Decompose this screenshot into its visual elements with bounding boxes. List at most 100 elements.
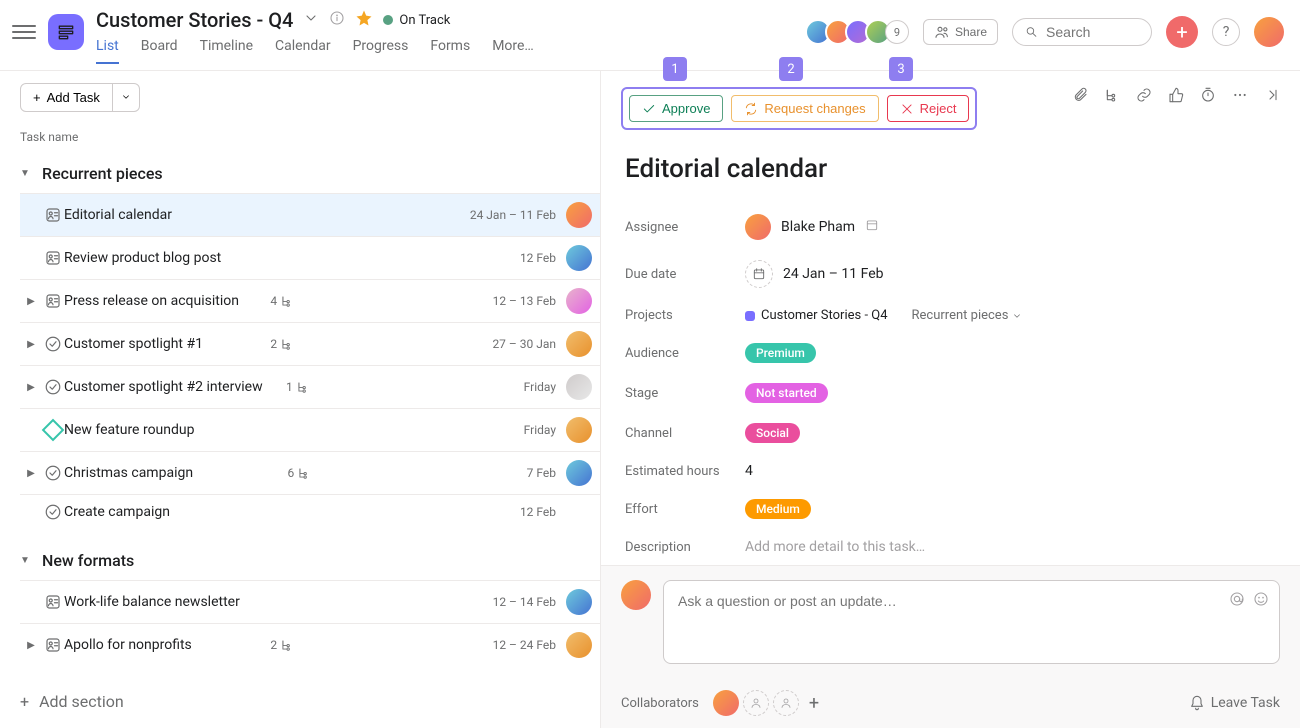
task-row[interactable]: ▶Review product blog post12 Feb [20,236,600,279]
task-row[interactable]: ▶Editorial calendar24 Jan – 11 Feb [20,193,600,236]
task-row[interactable]: ▶Customer spotlight #12 27 – 30 Jan [20,322,600,365]
share-button[interactable]: Share [923,19,998,45]
task-detail-title[interactable]: Editorial calendar [625,154,1276,184]
add-task-dropdown[interactable] [113,83,140,112]
task-row[interactable]: ▶New feature roundupFriday [20,408,600,451]
task-type-icon[interactable] [42,249,64,267]
due-date-value[interactable]: 24 Jan – 11 Feb [745,260,884,288]
task-row[interactable]: ▶Christmas campaign6 7 Feb [20,451,600,494]
search-box[interactable] [1012,18,1152,46]
status-pill[interactable]: On Track [383,13,450,28]
task-date: 12 – 14 Feb [493,595,556,609]
effort-chip[interactable]: Medium [745,499,811,519]
recurring-icon [865,218,879,236]
task-assignee-avatar[interactable] [566,374,592,400]
task-row[interactable]: ▶Create campaign12 Feb [20,494,600,529]
search-input[interactable] [1046,24,1139,40]
close-panel-icon[interactable] [1264,87,1280,107]
add-collaborator-slot[interactable] [773,690,799,716]
add-task-button[interactable]: + Add Task [20,83,113,112]
task-date: Friday [524,380,556,394]
task-type-icon[interactable] [42,378,64,396]
comment-input[interactable] [678,593,1206,609]
task-type-icon[interactable] [42,292,64,310]
task-expand-caret[interactable]: ▶ [20,640,42,651]
comment-box[interactable] [663,580,1280,664]
task-assignee-avatar[interactable] [566,589,592,615]
project-title[interactable]: Customer Stories - Q4 [96,8,293,32]
tab-calendar[interactable]: Calendar [275,38,331,64]
request-changes-button[interactable]: Request changes [731,95,878,122]
star-icon[interactable] [355,9,373,31]
task-assignee-avatar[interactable] [566,417,592,443]
reject-button[interactable]: Reject [887,95,970,122]
description-placeholder[interactable]: Add more detail to this task… [745,539,925,555]
section-header[interactable]: ▼Recurrent pieces [20,154,600,193]
attachment-icon[interactable] [1072,87,1088,107]
tab-board[interactable]: Board [141,38,178,64]
task-expand-caret[interactable]: ▶ [20,339,42,350]
task-expand-caret[interactable]: ▶ [20,296,42,307]
due-date-text: 24 Jan – 11 Feb [783,266,884,282]
annotation-badge-1: 1 [663,57,687,81]
task-assignee-avatar[interactable] [566,460,592,486]
subtasks-icon[interactable] [1104,87,1120,107]
my-avatar[interactable] [1254,17,1284,47]
task-assignee-avatar[interactable] [566,288,592,314]
task-type-icon[interactable] [42,503,64,521]
tab-more[interactable]: More… [492,38,534,64]
task-type-icon[interactable] [42,636,64,654]
timer-icon[interactable] [1200,87,1216,107]
link-icon[interactable] [1136,87,1152,107]
task-row[interactable]: ▶Press release on acquisition4 12 – 13 F… [20,279,600,322]
add-collaborator-slot[interactable] [743,690,769,716]
task-type-icon[interactable] [42,422,64,438]
add-collaborator-button[interactable]: + [809,693,819,714]
subtask-count: 2 [270,337,294,351]
task-expand-caret[interactable]: ▶ [20,382,42,393]
task-row[interactable]: ▶Apollo for nonprofits2 12 – 24 Feb [20,623,600,666]
add-section-button[interactable]: + Add section [20,678,600,725]
channel-chip[interactable]: Social [745,423,800,443]
task-name: Editorial calendar [64,207,267,223]
task-detail-pane: 1 2 3 Approve Request changes Reject [600,70,1300,728]
tab-list[interactable]: List [96,38,119,64]
section-selector[interactable]: Recurrent pieces [912,308,1023,323]
tab-timeline[interactable]: Timeline [200,38,253,64]
tab-forms[interactable]: Forms [430,38,470,64]
approve-button[interactable]: Approve [629,95,723,122]
stage-chip[interactable]: Not started [745,383,828,403]
like-icon[interactable] [1168,87,1184,107]
collaborator-avatar[interactable] [713,690,739,716]
global-add-button[interactable]: + [1166,16,1198,48]
leave-task-button[interactable]: Leave Task [1189,695,1280,711]
assignee-value[interactable]: Blake Pham [745,214,879,240]
more-icon[interactable] [1232,87,1248,107]
tab-progress[interactable]: Progress [353,38,409,64]
project-icon[interactable] [48,14,84,50]
task-row[interactable]: ▶Work-life balance newsletter12 – 14 Feb [20,580,600,623]
mention-icon[interactable] [1229,591,1245,611]
emoji-icon[interactable] [1253,591,1269,611]
project-chip[interactable]: Customer Stories - Q4 [745,308,888,323]
help-button[interactable]: ? [1212,18,1240,46]
member-avatar-stack[interactable]: 9 [811,19,909,45]
task-type-icon[interactable] [42,593,64,611]
info-icon[interactable] [329,10,345,30]
task-type-icon[interactable] [42,464,64,482]
task-assignee-avatar[interactable] [566,331,592,357]
section-header[interactable]: ▼New formats [20,541,600,580]
due-date-label: Due date [625,267,745,282]
title-dropdown-icon[interactable] [303,10,319,30]
task-assignee-avatar[interactable] [566,245,592,271]
task-name: New feature roundup [64,422,294,438]
audience-chip[interactable]: Premium [745,343,816,363]
task-type-icon[interactable] [42,335,64,353]
task-assignee-avatar[interactable] [566,632,592,658]
task-assignee-avatar[interactable] [566,202,592,228]
task-expand-caret[interactable]: ▶ [20,468,42,479]
hours-value[interactable]: 4 [745,463,753,479]
task-type-icon[interactable] [42,206,64,224]
task-row[interactable]: ▶Customer spotlight #2 interview1 Friday [20,365,600,408]
menu-toggle[interactable] [12,20,36,44]
